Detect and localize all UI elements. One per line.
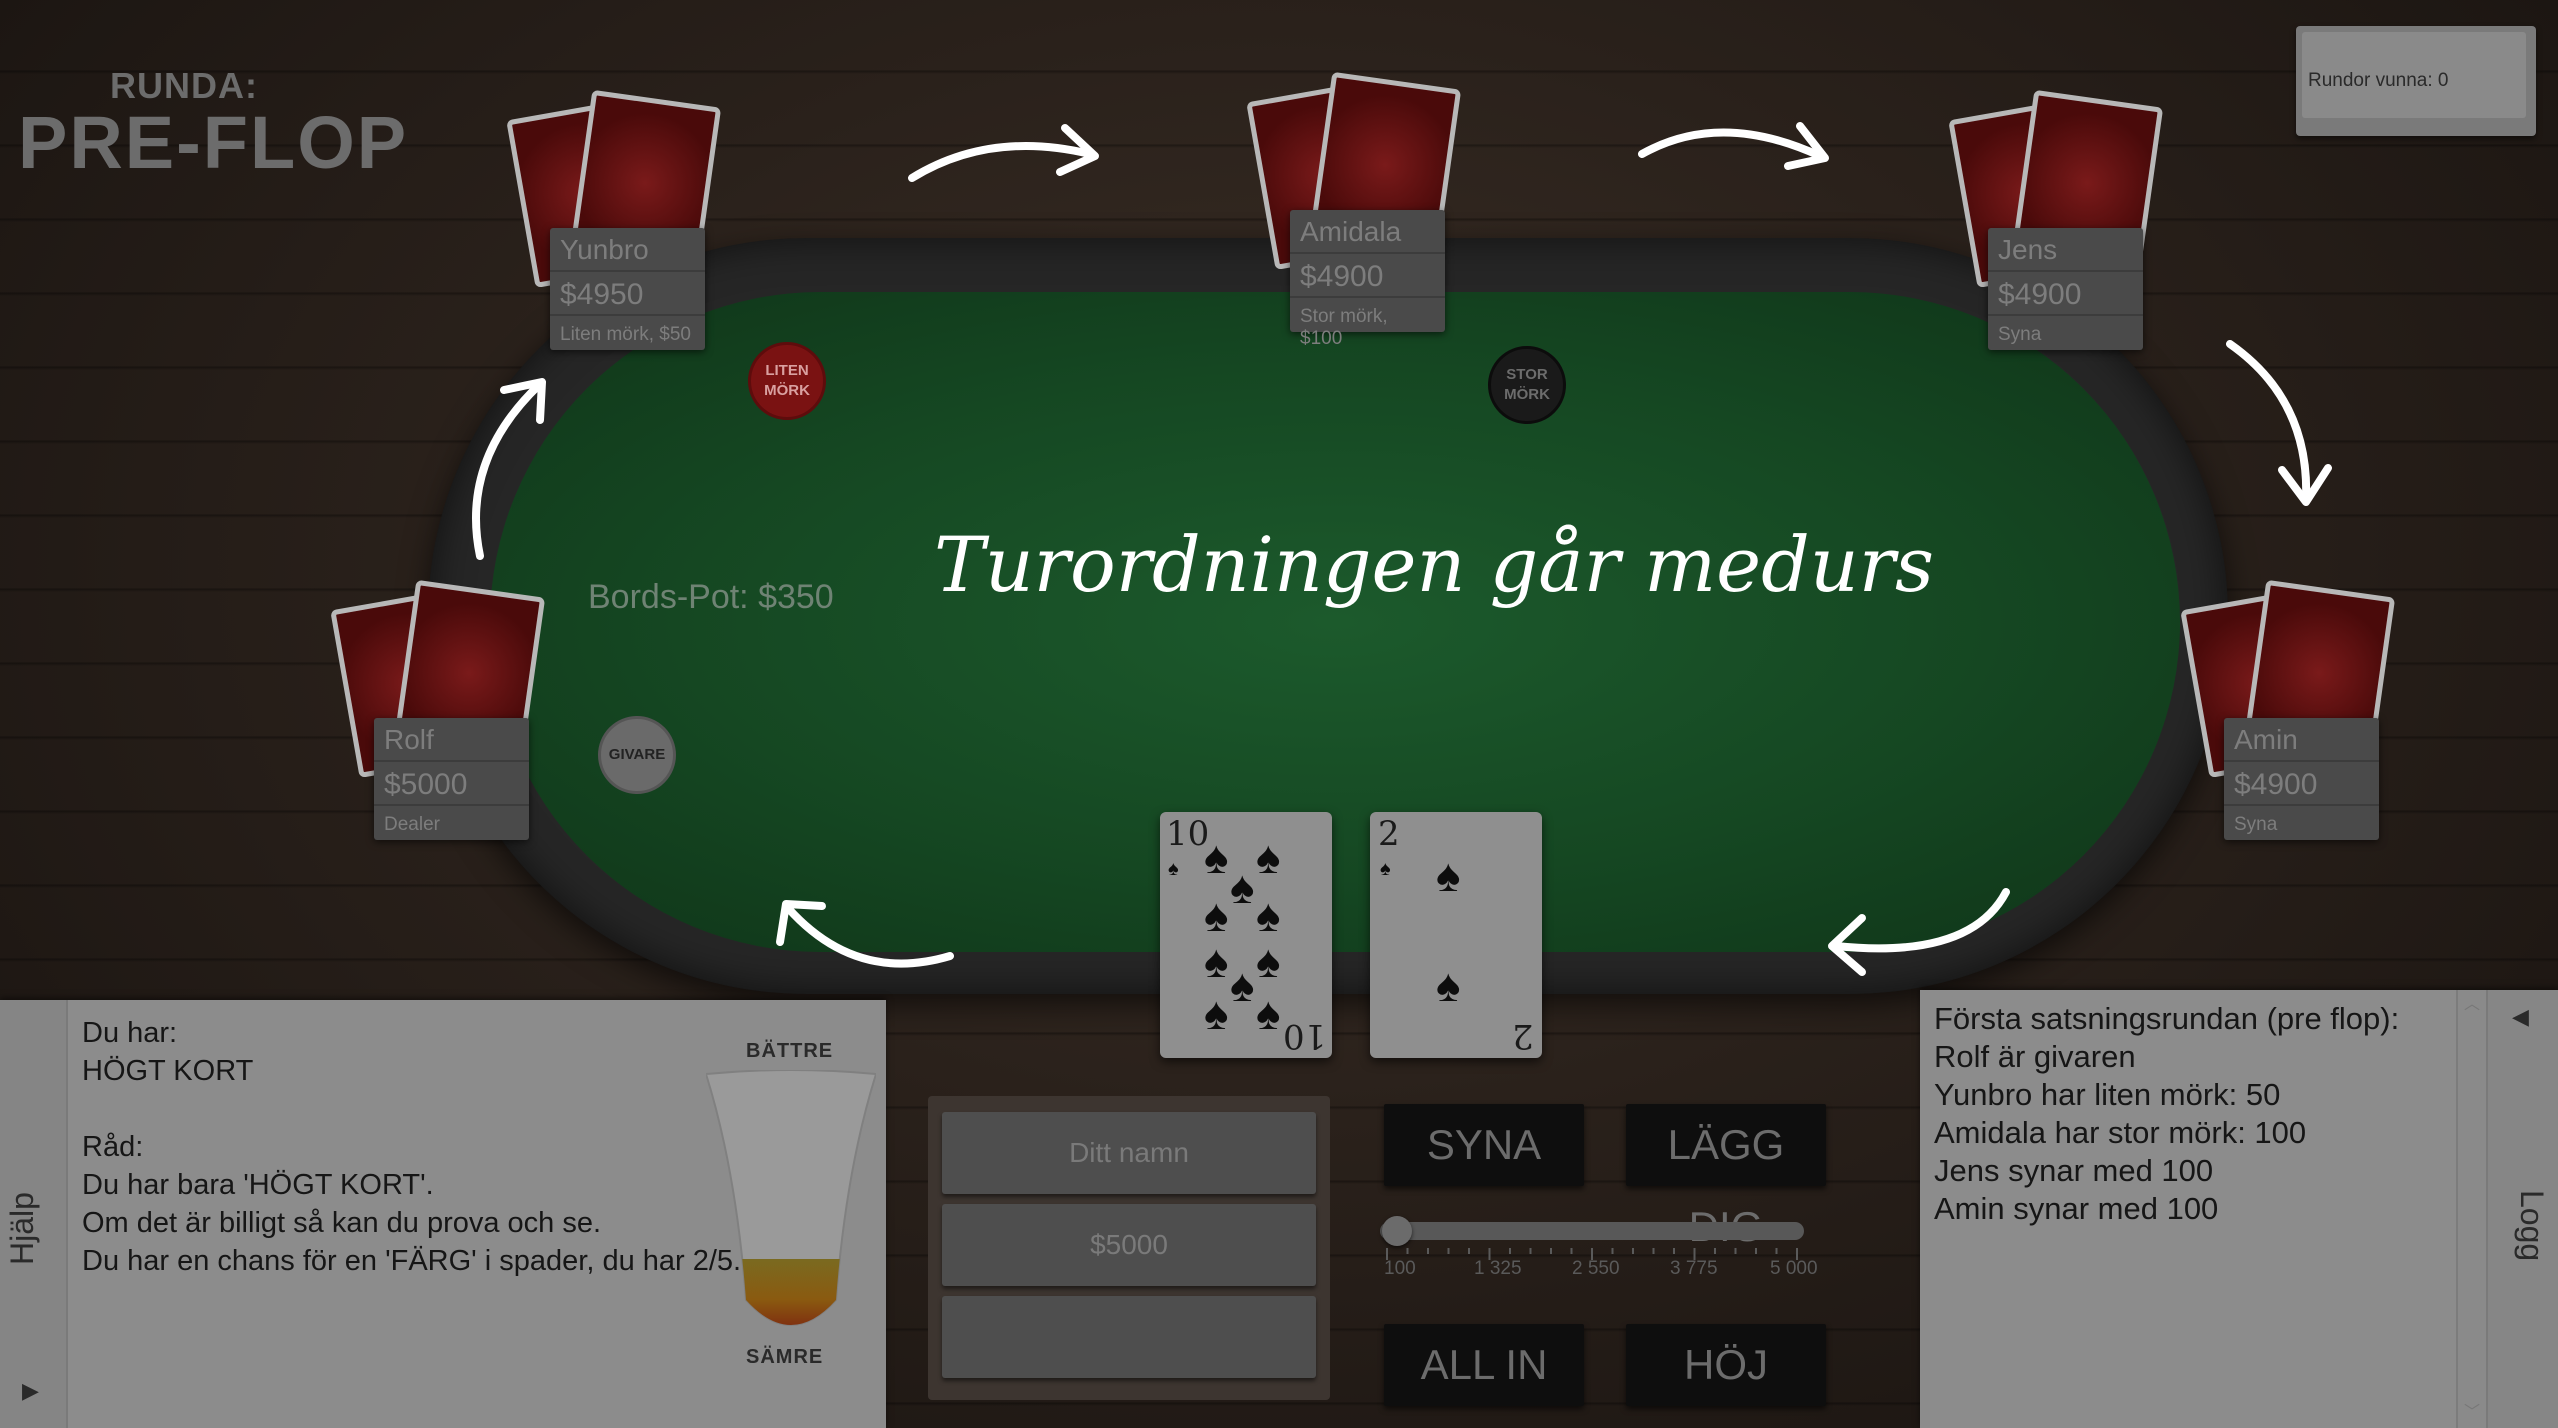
name-field[interactable]: Ditt namn xyxy=(942,1112,1316,1194)
spade-icon: ♠ xyxy=(1256,889,1281,941)
card-rank: 2 xyxy=(1512,1016,1534,1056)
log-line: Amidala har stor mörk: 100 xyxy=(1934,1115,2307,1150)
player-info-box: Ditt namn $5000 xyxy=(928,1096,1330,1400)
small-blind-chip: LITEN MÖRK xyxy=(748,342,826,420)
big-blind-chip: STOR MÖRK xyxy=(1488,346,1566,424)
spade-icon: ♠ xyxy=(1380,858,1391,880)
player-plate: Amidala $4900 Stor mörk, $100 xyxy=(1290,210,1445,349)
spade-icon: ♠ xyxy=(1204,889,1229,941)
table-pot: Bords-Pot: $350 xyxy=(588,578,834,616)
log-tab-label: Logg xyxy=(2514,1190,2550,1262)
help-line: Du har en chans för en 'FÄRG' i spader, … xyxy=(82,1245,742,1277)
help-line: Du har bara 'HÖGT KORT'. xyxy=(82,1169,434,1201)
call-button[interactable]: SYNA xyxy=(1384,1104,1584,1186)
arrow-icon xyxy=(2226,340,2332,506)
spade-icon: ♠ xyxy=(1204,935,1229,987)
arrow-icon xyxy=(776,900,954,968)
player-name: Rolf xyxy=(374,718,529,762)
rounds-won-text: Rundor vunna: 0 xyxy=(2302,32,2526,118)
player-money: $4900 xyxy=(1988,272,2143,316)
player-plate: Rolf $5000 Dealer xyxy=(374,718,529,840)
hand-card-ten-of-spades: 10 ♠ ♠ ♠ ♠ ♠ ♠ ♠ ♠ ♠ ♠ ♠ 10 xyxy=(1160,812,1332,1058)
player-plate: Amin $4900 Syna xyxy=(2224,718,2379,840)
spade-icon: ♠ xyxy=(1256,831,1281,883)
spade-icon: ♠ xyxy=(1230,861,1255,913)
help-line: Råd: xyxy=(82,1131,144,1163)
log-line: Amin synar med 100 xyxy=(1934,1191,2219,1226)
help-text: Du har: HÖGT KORT Råd: Du har bara 'HÖGT… xyxy=(82,1014,741,1280)
dealer-chip: GIVARE xyxy=(598,716,676,794)
log-panel: Första satsningsrundan (pre flop): Rolf … xyxy=(1920,990,2558,1428)
raise-slider-track[interactable] xyxy=(1380,1222,1804,1240)
all-in-button[interactable]: ALL IN xyxy=(1384,1324,1584,1406)
spade-icon: ♠ xyxy=(1168,858,1179,880)
card-rank: 10 xyxy=(1282,1016,1326,1056)
log-line: Rolf är givaren xyxy=(1934,1039,2136,1074)
meter-worse-label: SÄMRE xyxy=(746,1346,824,1368)
player-money: $4950 xyxy=(550,272,705,316)
scroll-up-icon[interactable]: ︿ xyxy=(2464,990,2480,1014)
arrow-icon xyxy=(908,124,1099,182)
extra-field xyxy=(942,1296,1316,1378)
help-tab-label: Hjälp xyxy=(4,1192,40,1265)
player-status: Dealer xyxy=(384,814,440,835)
rounds-won-box: Rundor vunna: 0 xyxy=(2296,26,2536,136)
log-line: Första satsningsrundan (pre flop): xyxy=(1934,1001,2400,1036)
collapse-left-icon[interactable]: ◀ xyxy=(2512,1004,2529,1030)
player-status: Liten mörk, $50 xyxy=(560,324,691,345)
player-plate: Jens $4900 Syna xyxy=(1988,228,2143,350)
spade-icon: ♠ xyxy=(1204,831,1229,883)
help-line: Om det är billigt så kan du prova och se… xyxy=(82,1207,602,1239)
arrow-icon xyxy=(472,378,546,560)
fold-button[interactable]: LÄGG DIG xyxy=(1626,1104,1826,1250)
spade-icon: ♠ xyxy=(1230,959,1255,1011)
arrow-icon xyxy=(1638,122,1829,170)
player-status: Stor mörk, $100 xyxy=(1300,306,1388,349)
player-money: $5000 xyxy=(374,762,529,806)
player-status: Syna xyxy=(1998,324,2042,345)
hand-strength-meter xyxy=(706,1070,876,1326)
spade-icon: ♠ xyxy=(1256,935,1281,987)
hand-strength-fill xyxy=(706,1259,876,1325)
raise-button[interactable]: HÖJ xyxy=(1626,1324,1826,1406)
player-money: $4900 xyxy=(2224,762,2379,806)
scroll-down-icon[interactable]: ﹀ xyxy=(2464,1398,2480,1422)
slider-tick-label: 1 325 xyxy=(1474,1258,1522,1279)
log-line: Jens synar med 100 xyxy=(1934,1153,2214,1188)
turn-order-headline: Turordningen går medurs xyxy=(934,520,1935,609)
player-name: Amin xyxy=(2224,718,2379,762)
round-value: PRE-FLOP xyxy=(18,101,409,184)
log-tab[interactable]: ◀ Logg xyxy=(2486,990,2558,1428)
log-scrollbar[interactable]: ︿ ﹀ xyxy=(2456,990,2486,1428)
player-name: Jens xyxy=(1988,228,2143,272)
slider-tick-label: 3 775 xyxy=(1670,1258,1718,1279)
meter-better-label: BÄTTRE xyxy=(746,1040,834,1062)
slider-tick-label: 100 xyxy=(1384,1258,1416,1279)
player-money: $4900 xyxy=(1290,254,1445,298)
spade-icon: ♠ xyxy=(1436,849,1461,901)
log-text: Första satsningsrundan (pre flop): Rolf … xyxy=(1934,1000,2399,1228)
log-line: Yunbro har liten mörk: 50 xyxy=(1934,1077,2281,1112)
slider-tick-label: 2 550 xyxy=(1572,1258,1620,1279)
help-line xyxy=(82,1090,741,1128)
arrow-icon xyxy=(1828,888,2010,976)
help-line: HÖGT KORT xyxy=(82,1055,254,1087)
expand-right-icon[interactable]: ▶ xyxy=(22,1378,39,1404)
spade-icon: ♠ xyxy=(1204,987,1229,1039)
hand-card-two-of-spades: 2 ♠ ♠ ♠ 2 xyxy=(1370,812,1542,1058)
player-name: Yunbro xyxy=(550,228,705,272)
spade-icon: ♠ xyxy=(1436,959,1461,1011)
help-line: Du har: xyxy=(82,1017,178,1049)
player-plate: Yunbro $4950 Liten mörk, $50 xyxy=(550,228,705,350)
raise-slider-thumb[interactable] xyxy=(1382,1216,1412,1246)
player-money-field: $5000 xyxy=(942,1204,1316,1286)
spade-icon: ♠ xyxy=(1256,987,1281,1039)
slider-tick-label: 5 000 xyxy=(1770,1258,1818,1279)
player-name: Amidala xyxy=(1290,210,1445,254)
player-status: Syna xyxy=(2234,814,2278,835)
table-felt xyxy=(490,292,2180,952)
help-tab[interactable]: Hjälp ▶ xyxy=(0,1000,68,1428)
